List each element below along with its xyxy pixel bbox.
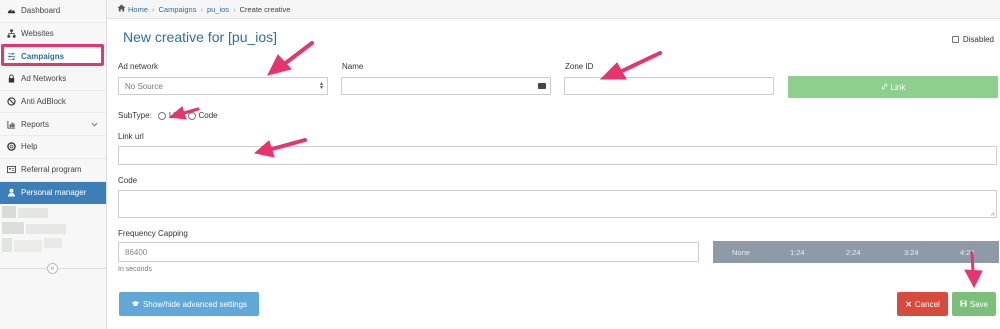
link-url-label: Link url — [118, 132, 144, 141]
sidebar-item-ad-networks[interactable]: Ad Networks — [0, 68, 106, 91]
ban-icon — [6, 97, 16, 107]
page-title: New creative for [pu_ios] — [123, 29, 278, 45]
link-icon — [881, 83, 888, 92]
disabled-label: Disabled — [962, 35, 994, 44]
sidebar-item-label: Dashboard — [21, 6, 61, 16]
frequency-tick-none[interactable]: None — [732, 248, 750, 257]
breadcrumb-current: Create creative — [239, 4, 291, 14]
ad-network-label: Ad network — [118, 62, 159, 71]
code-textarea[interactable] — [118, 190, 997, 218]
home-icon[interactable] — [117, 4, 126, 14]
subtype-option-link[interactable]: Link — [169, 111, 184, 120]
save-button-label: Save — [969, 299, 989, 309]
sidebar-item-label: Personal manager — [21, 188, 87, 198]
frequency-tick-1[interactable]: 1:24 — [790, 248, 805, 257]
link-button[interactable]: Link — [788, 76, 998, 98]
collapse-sidebar-button[interactable]: « — [47, 263, 58, 274]
advanced-settings-label: Show/hide advanced settings — [142, 299, 248, 309]
sidebar-item-label: Websites — [21, 29, 54, 39]
save-icon — [960, 299, 967, 309]
sidebar-item-label: Ad Networks — [21, 74, 67, 84]
breadcrumb-campaign[interactable]: pu_ios — [207, 5, 229, 14]
ad-network-value: No Source — [125, 81, 163, 91]
sidebar-item-referral[interactable]: Referral program — [0, 159, 106, 182]
frequency-input[interactable]: 86400 — [118, 242, 699, 262]
breadcrumb-home[interactable]: Home — [128, 5, 148, 14]
sidebar-item-label: Anti AdBlock — [21, 97, 66, 107]
sidebar-item-label: Help — [21, 142, 38, 152]
redacted-area — [0, 204, 106, 260]
sidebar-item-label: Referral program — [21, 165, 82, 175]
chart-icon — [6, 119, 16, 129]
sidebar-item-anti-adblock[interactable]: Anti AdBlock — [0, 91, 106, 114]
sliders-icon — [6, 51, 16, 61]
frequency-tick-4[interactable]: 4:24 — [960, 248, 975, 257]
cancel-button-label: Cancel — [914, 299, 940, 309]
code-label: Code — [118, 176, 138, 185]
frequency-tick-3[interactable]: 3:24 — [904, 248, 919, 257]
frequency-slider[interactable]: None 1:24 2:24 3:24 4:24 — [713, 241, 999, 263]
close-icon: ✕ — [905, 299, 912, 309]
ad-network-select[interactable]: No Source ▴ ▾ — [118, 77, 328, 95]
cancel-button[interactable]: ✕ Cancel — [897, 292, 948, 316]
sidebar-item-label: Campaigns — [21, 51, 65, 61]
lifebuoy-icon — [6, 142, 16, 152]
breadcrumb-campaigns[interactable]: Campaigns — [159, 5, 197, 14]
sidebar-item-campaigns[interactable]: Campaigns — [0, 45, 106, 69]
sidebar-item-websites[interactable]: Websites — [0, 23, 106, 46]
dashboard-icon — [6, 6, 16, 16]
resize-handle-icon[interactable] — [990, 211, 995, 216]
breadcrumb: Home › Campaigns › pu_ios › Create creat… — [107, 0, 1000, 19]
sidebar-item-reports[interactable]: Reports — [0, 113, 106, 137]
frequency-tick-2[interactable]: 2:24 — [846, 248, 861, 257]
graduation-cap-icon — [131, 300, 140, 309]
frequency-help: In seconds — [118, 266, 152, 273]
name-input[interactable] — [341, 77, 551, 95]
subtype-radio-link[interactable] — [157, 111, 166, 120]
link-url-input[interactable] — [118, 146, 997, 165]
sidebar-item-dashboard[interactable]: Dashboard — [0, 0, 106, 23]
disabled-toggle[interactable]: Disabled — [951, 35, 994, 44]
frequency-label: Frequency Capping — [118, 229, 188, 238]
breadcrumb-separator: › — [152, 4, 155, 14]
select-arrows-icon: ▴ ▾ — [319, 81, 323, 91]
lock-icon — [6, 74, 16, 84]
breadcrumb-separator: › — [233, 4, 236, 14]
link-button-label: Link — [890, 82, 906, 92]
name-label: Name — [342, 62, 364, 71]
disabled-checkbox[interactable] — [951, 36, 959, 43]
id-card-icon — [6, 165, 16, 175]
subtype-label: SubType: — [118, 111, 152, 120]
breadcrumb-separator: › — [200, 4, 203, 14]
sidebar: Dashboard Websites Campaigns Ad Networks… — [0, 0, 107, 329]
sidebar-item-personal-manager[interactable]: Personal manager — [0, 181, 106, 205]
advanced-settings-button[interactable]: Show/hide advanced settings — [119, 292, 259, 316]
subtype-group: SubType: Link Code — [118, 111, 218, 120]
chevron-down-icon[interactable] — [91, 120, 98, 129]
sidebar-item-label: Reports — [21, 119, 50, 129]
frequency-value: 86400 — [125, 247, 148, 257]
subtype-option-code[interactable]: Code — [199, 111, 218, 120]
creative-form-panel: New creative for [pu_ios] Disabled Ad ne… — [107, 19, 1000, 329]
sitemap-icon — [6, 29, 16, 39]
zone-id-label: Zone ID — [565, 62, 594, 71]
zone-id-input[interactable] — [564, 77, 774, 95]
subtype-radio-code[interactable] — [187, 111, 196, 120]
save-button[interactable]: Save — [952, 292, 996, 316]
sidebar-item-help[interactable]: Help — [0, 136, 106, 159]
contact-card-icon — [538, 83, 546, 89]
user-icon — [6, 188, 16, 198]
